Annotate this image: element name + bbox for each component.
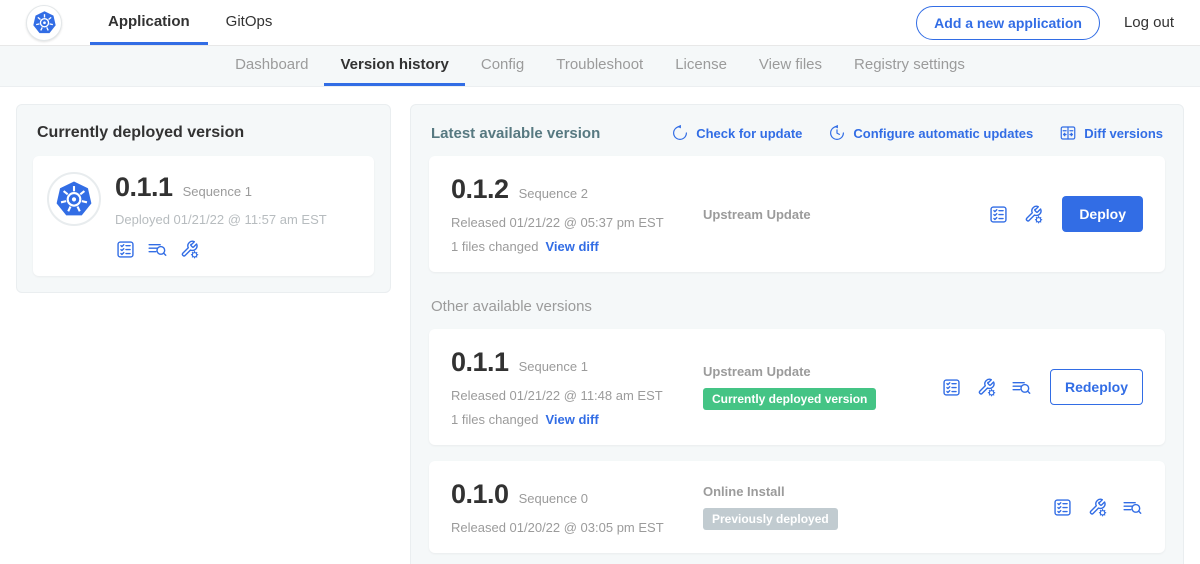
edit-config-icon[interactable] (1087, 497, 1108, 518)
currently-deployed-title: Currently deployed version (37, 124, 374, 142)
deploy-logs-icon[interactable] (147, 239, 168, 260)
tab-view-files[interactable]: View files (743, 46, 838, 86)
version-row-0.1.0: 0.1.0 Sequence 0 Released 01/20/22 @ 03:… (429, 461, 1165, 553)
version-info: 0.1.2 Sequence 2 Released 01/21/22 @ 05:… (451, 174, 703, 254)
version-actions: Check for update Configure automatic upd… (671, 124, 1163, 142)
version-info: 0.1.0 Sequence 0 Released 01/20/22 @ 03:… (451, 479, 703, 535)
version-row-0.1.2: 0.1.2 Sequence 2 Released 01/21/22 @ 05:… (429, 156, 1165, 272)
check-for-update-label: Check for update (696, 126, 802, 141)
version-number: 0.1.0 (451, 479, 509, 510)
edit-config-icon[interactable] (179, 239, 200, 260)
latest-available-header: Latest available version Check for updat… (431, 124, 1163, 142)
diff-versions-label: Diff versions (1084, 126, 1163, 141)
view-diff-link[interactable]: View diff (545, 239, 598, 254)
version-info: 0.1.1 Sequence 1 Released 01/21/22 @ 11:… (451, 347, 703, 427)
current-deployed-timestamp: Deployed 01/21/22 @ 11:57 am EST (115, 212, 327, 227)
app-subnav: Dashboard Version history Config Trouble… (0, 46, 1200, 87)
current-version-info: 0.1.1 Sequence 1 Deployed 01/21/22 @ 11:… (115, 172, 327, 260)
redeploy-button[interactable]: Redeploy (1050, 369, 1143, 405)
main-content: Currently deployed version 0.1.1 Sequenc… (0, 87, 1200, 564)
app-logo (47, 172, 101, 226)
sequence-label: Sequence 2 (519, 186, 588, 201)
files-changed-label: 1 files changed (451, 412, 538, 427)
edit-config-icon[interactable] (976, 377, 997, 398)
refresh-icon (671, 124, 689, 142)
deploy-logs-icon[interactable] (1011, 377, 1032, 398)
current-version-number: 0.1.1 (115, 172, 173, 203)
kubernetes-logo (26, 5, 62, 41)
add-new-application-button[interactable]: Add a new application (916, 6, 1100, 40)
diff-versions-icon (1059, 124, 1077, 142)
version-source: Upstream Update (703, 207, 988, 222)
version-actions: Deploy (988, 196, 1143, 232)
sequence-label: Sequence 0 (519, 491, 588, 506)
version-actions: Redeploy (941, 369, 1143, 405)
edit-config-icon[interactable] (1023, 204, 1044, 225)
currently-deployed-panel: Currently deployed version 0.1.1 Sequenc… (16, 104, 391, 293)
tab-registry-settings[interactable]: Registry settings (838, 46, 981, 86)
source-label: Upstream Update (703, 364, 941, 379)
tab-gitops[interactable]: GitOps (208, 0, 291, 45)
app-header: Application GitOps Add a new application… (0, 0, 1200, 46)
version-row-0.1.1: 0.1.1 Sequence 1 Released 01/21/22 @ 11:… (429, 329, 1165, 445)
preflight-checks-icon[interactable] (988, 204, 1009, 225)
preflight-checks-icon[interactable] (115, 239, 136, 260)
source-label: Upstream Update (703, 207, 988, 222)
tab-application[interactable]: Application (90, 0, 208, 45)
version-number: 0.1.2 (451, 174, 509, 205)
deploy-logs-icon[interactable] (1122, 497, 1143, 518)
header-tabs: Application GitOps (90, 0, 290, 45)
version-actions (1052, 497, 1143, 518)
kubernetes-wheel-icon (53, 178, 95, 220)
tab-config[interactable]: Config (465, 46, 540, 86)
version-source: Online Install Previously deployed (703, 484, 1052, 530)
other-available-versions-title: Other available versions (431, 298, 1163, 315)
kubernetes-wheel-icon (31, 9, 58, 36)
logout-button[interactable]: Log out (1124, 14, 1174, 31)
current-version-card: 0.1.1 Sequence 1 Deployed 01/21/22 @ 11:… (33, 156, 374, 276)
diff-versions-link[interactable]: Diff versions (1059, 124, 1163, 142)
released-timestamp: Released 01/21/22 @ 05:37 pm EST (451, 215, 703, 230)
previously-deployed-badge: Previously deployed (703, 508, 838, 530)
current-sequence-label: Sequence 1 (183, 184, 252, 199)
version-source: Upstream Update Currently deployed versi… (703, 364, 941, 410)
check-for-update-link[interactable]: Check for update (671, 124, 802, 142)
sequence-label: Sequence 1 (519, 359, 588, 374)
configure-automatic-updates-link[interactable]: Configure automatic updates (828, 124, 1033, 142)
preflight-checks-icon[interactable] (1052, 497, 1073, 518)
view-diff-link[interactable]: View diff (545, 412, 598, 427)
currently-deployed-badge: Currently deployed version (703, 388, 876, 410)
version-number: 0.1.1 (451, 347, 509, 378)
tab-version-history[interactable]: Version history (324, 46, 464, 86)
preflight-checks-icon[interactable] (941, 377, 962, 398)
tab-dashboard[interactable]: Dashboard (219, 46, 324, 86)
released-timestamp: Released 01/20/22 @ 03:05 pm EST (451, 520, 703, 535)
tab-troubleshoot[interactable]: Troubleshoot (540, 46, 659, 86)
header-right: Add a new application Log out (916, 0, 1174, 45)
source-label: Online Install (703, 484, 1052, 499)
deploy-button[interactable]: Deploy (1062, 196, 1143, 232)
released-timestamp: Released 01/21/22 @ 11:48 am EST (451, 388, 703, 403)
tab-license[interactable]: License (659, 46, 743, 86)
version-history-panel: Latest available version Check for updat… (410, 104, 1184, 564)
latest-available-title: Latest available version (431, 125, 600, 142)
auto-update-clock-icon (828, 124, 846, 142)
files-changed-label: 1 files changed (451, 239, 538, 254)
configure-automatic-updates-label: Configure automatic updates (853, 126, 1033, 141)
